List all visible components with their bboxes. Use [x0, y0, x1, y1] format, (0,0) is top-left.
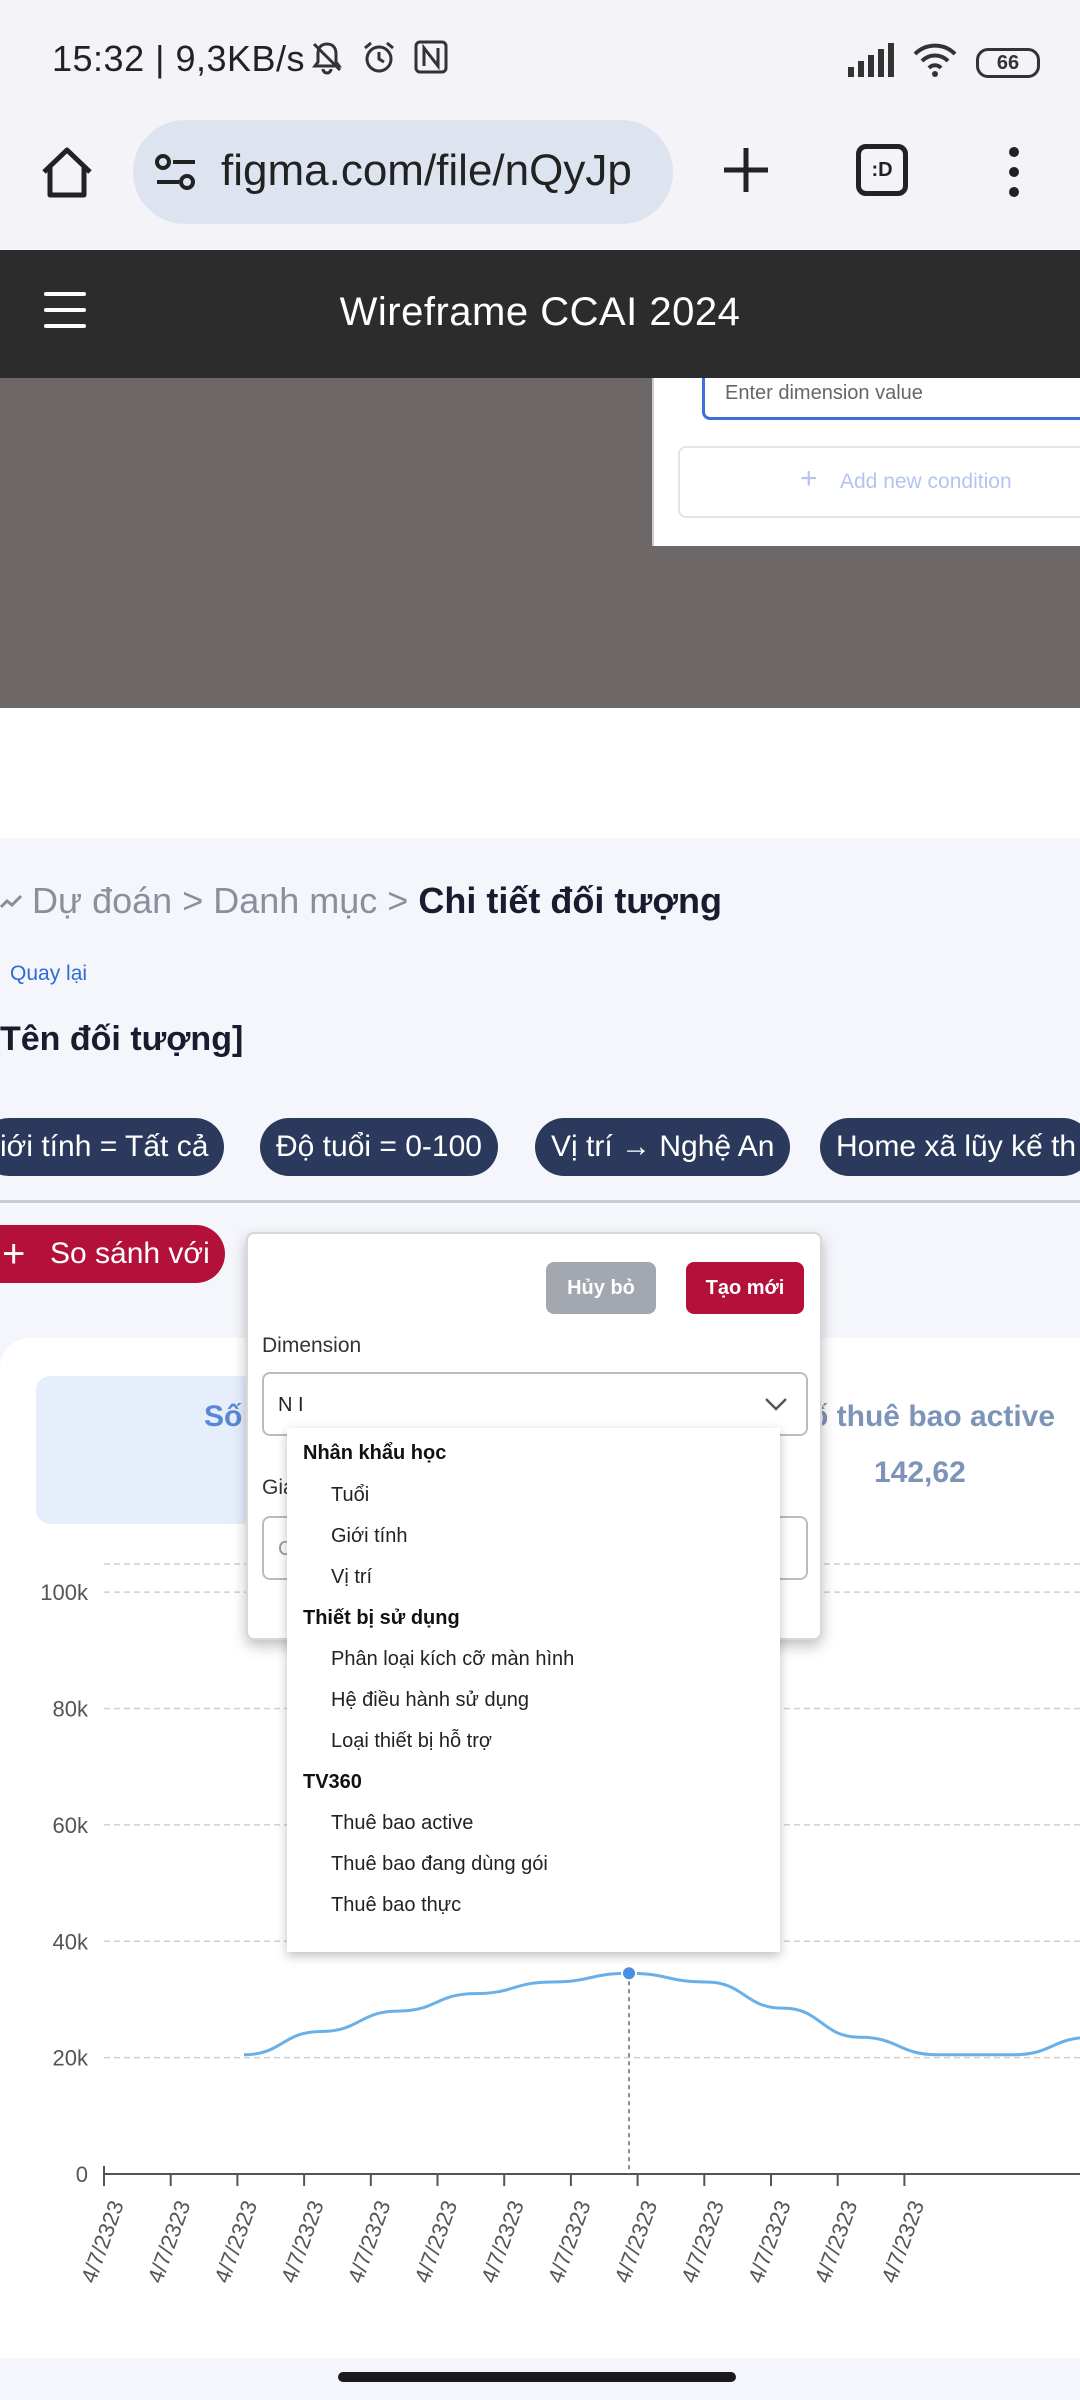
y-tick-label: 100k	[40, 1580, 89, 1605]
nfc-icon	[412, 38, 450, 76]
x-tick-label: 4/7/2323	[676, 2197, 729, 2286]
x-tick-label: 4/7/2323	[209, 2197, 262, 2286]
site-settings-icon[interactable]	[153, 150, 199, 196]
canvas-spacer	[0, 708, 1080, 838]
chip-location[interactable]: Vị trí → Nghệ An	[535, 1118, 791, 1176]
dropdown-option-device-type[interactable]: Loại thiết bị hỗ trợ	[331, 1730, 492, 1753]
url-text[interactable]: figma.com/file/nQyJp	[221, 146, 661, 196]
file-title: Wireframe CCAI 2024	[339, 290, 741, 334]
condition-panel: Enter dimension value + Add new conditio…	[652, 378, 1080, 546]
status-icons	[308, 38, 450, 76]
y-tick-label: 0	[76, 2162, 88, 2187]
x-tick-label: 4/7/2323	[409, 2197, 462, 2286]
chip-home-commune[interactable]: Home xã lũy kế th	[820, 1118, 1080, 1176]
dimension-select-value: N I	[278, 1394, 304, 1416]
alarm-icon	[360, 38, 398, 76]
x-tick-label: 4/7/2323	[143, 2197, 196, 2286]
filter-chips: iới tính = Tất cả Độ tuổi = 0-100 Vị trí…	[0, 1118, 1080, 1176]
dropdown-option-location[interactable]: Vị trí	[331, 1566, 372, 1589]
bell-off-icon	[308, 38, 346, 76]
wifi-icon	[912, 42, 958, 83]
status-time: 15:32 | 9,3KB/s	[52, 38, 306, 79]
home-icon[interactable]	[36, 142, 98, 204]
system-status: 66	[846, 42, 1040, 83]
x-tick-label: 4/7/2323	[543, 2197, 596, 2286]
home-indicator[interactable]	[338, 2372, 736, 2382]
dimension-dropdown: Nhân khẩu học Tuổi Giới tính Vị trí Thiế…	[287, 1428, 780, 1952]
dropdown-option-gender[interactable]: Giới tính	[331, 1525, 407, 1548]
dropdown-option-package-subscribers[interactable]: Thuê bao đang dùng gói	[331, 1853, 548, 1876]
create-button[interactable]: Tạo mới	[686, 1262, 804, 1314]
add-condition-button[interactable]: + Add new condition	[678, 446, 1080, 518]
x-tick-label: 4/7/2323	[76, 2197, 129, 2286]
dimension-value-input[interactable]: Enter dimension value	[702, 378, 1080, 420]
kpi-right-label: ố thuê bao active	[810, 1400, 1056, 1433]
dropdown-group-demographics: Nhân khẩu học	[303, 1442, 447, 1464]
x-tick-label: 4/7/2323	[476, 2197, 529, 2286]
chevron-down-icon	[764, 1392, 788, 1416]
dropdown-group-devices: Thiết bị sử dụng	[303, 1607, 460, 1629]
compare-button[interactable]: + So sánh với	[0, 1225, 225, 1283]
y-tick-label: 60k	[53, 1813, 89, 1838]
cancel-button[interactable]: Hủy bỏ	[546, 1262, 656, 1314]
y-tick-label: 80k	[53, 1697, 89, 1722]
series-line	[243, 1971, 1080, 2057]
more-options-icon[interactable]	[1000, 142, 1028, 202]
figma-header: Wireframe CCAI 2024	[0, 250, 1080, 378]
y-tick-label: 20k	[53, 2046, 89, 2071]
x-tick-label: 4/7/2323	[276, 2197, 329, 2286]
highlight-point	[621, 1965, 637, 1982]
dropdown-option-os[interactable]: Hệ điều hành sử dụng	[331, 1689, 529, 1712]
address-bar[interactable]: figma.com/file/nQyJp	[133, 120, 673, 224]
signal-icon	[846, 43, 894, 82]
dropdown-option-real-subscribers[interactable]: Thuê bao thực	[331, 1894, 461, 1917]
breadcrumb: Dự đoán > Danh mục > Chi tiết đối tượng	[0, 880, 722, 922]
chip-gender[interactable]: iới tính = Tất cả	[0, 1118, 225, 1176]
kpi-right-value: 142,62	[874, 1456, 966, 1489]
back-link[interactable]: Quay lại	[10, 962, 87, 986]
plus-icon: +	[800, 462, 818, 495]
compare-label: So sánh với	[50, 1237, 210, 1270]
status-bar: 15:32 | 9,3KB/s 66	[0, 0, 1080, 120]
breadcrumb-path[interactable]: Dự đoán > Danh mục >	[32, 880, 418, 921]
add-condition-label: Add new condition	[840, 470, 1012, 493]
plus-icon: +	[2, 1232, 26, 1276]
tab-switcher-button[interactable]: :D	[856, 144, 908, 196]
divider	[0, 1200, 1080, 1203]
dropdown-group-tv360: TV360	[303, 1771, 362, 1793]
breadcrumb-current: Chi tiết đối tượng	[418, 880, 722, 921]
kpi-left-label: Số	[204, 1400, 243, 1433]
dimension-select[interactable]: N I	[262, 1372, 808, 1436]
chip-age[interactable]: Độ tuổi = 0-100	[260, 1118, 498, 1176]
trend-icon	[0, 880, 32, 921]
dropdown-option-screen-size[interactable]: Phân loại kích cỡ màn hình	[331, 1648, 574, 1671]
object-title: Tên đối tượng]	[0, 1020, 244, 1058]
battery-indicator: 66	[976, 47, 1040, 78]
x-tick-label: 4/7/2323	[610, 2197, 663, 2286]
dimension-label: Dimension	[262, 1334, 362, 1357]
dropdown-option-age[interactable]: Tuổi	[331, 1484, 369, 1507]
x-tick-label: 4/7/2323	[343, 2197, 396, 2286]
x-tick-label: 4/7/2323	[743, 2197, 796, 2286]
browser-toolbar: figma.com/file/nQyJp :D	[0, 120, 1080, 248]
x-tick-label: 4/7/2323	[876, 2197, 929, 2286]
kpi-card-left[interactable]: Số	[36, 1376, 256, 1524]
x-tick-label: 4/7/2323	[810, 2197, 863, 2286]
dropdown-option-active-subscribers[interactable]: Thuê bao active	[331, 1812, 473, 1835]
y-tick-label: 40k	[53, 1929, 89, 1954]
new-tab-icon[interactable]	[718, 140, 774, 200]
